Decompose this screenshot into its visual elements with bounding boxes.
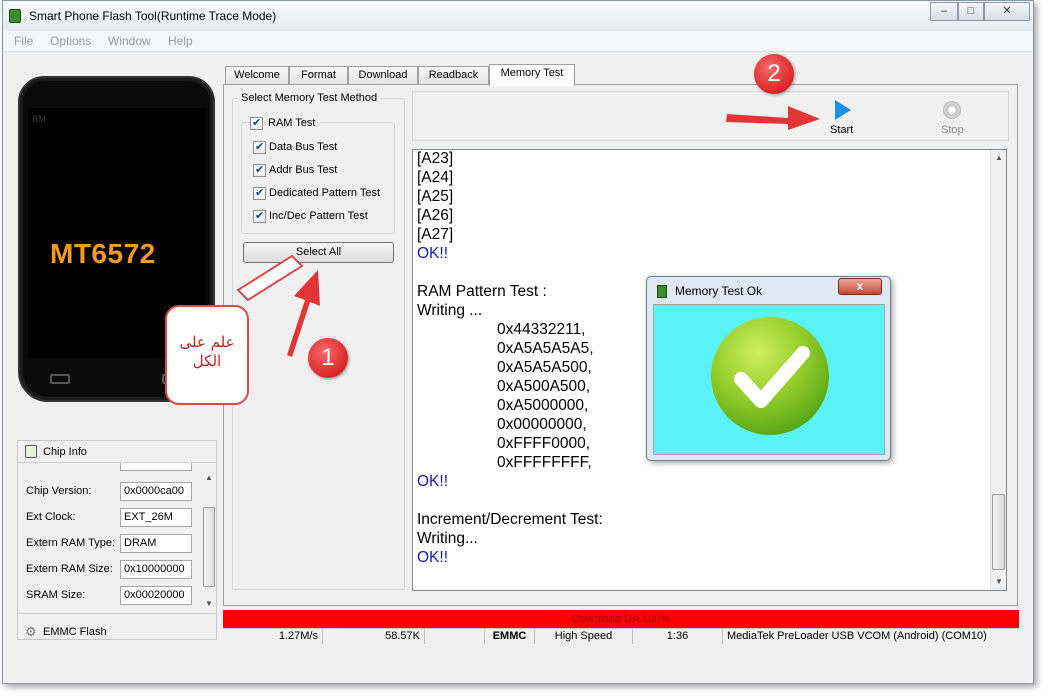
step-2-badge: 2 bbox=[754, 54, 794, 94]
annotation-arrows bbox=[236, 106, 820, 357]
annotation-callout: علم على الكل bbox=[165, 305, 249, 405]
step-1-badge: 1 bbox=[308, 338, 348, 378]
callout-text: علم على الكل bbox=[179, 333, 235, 370]
tab-memory-test[interactable]: Memory Test bbox=[489, 64, 575, 86]
